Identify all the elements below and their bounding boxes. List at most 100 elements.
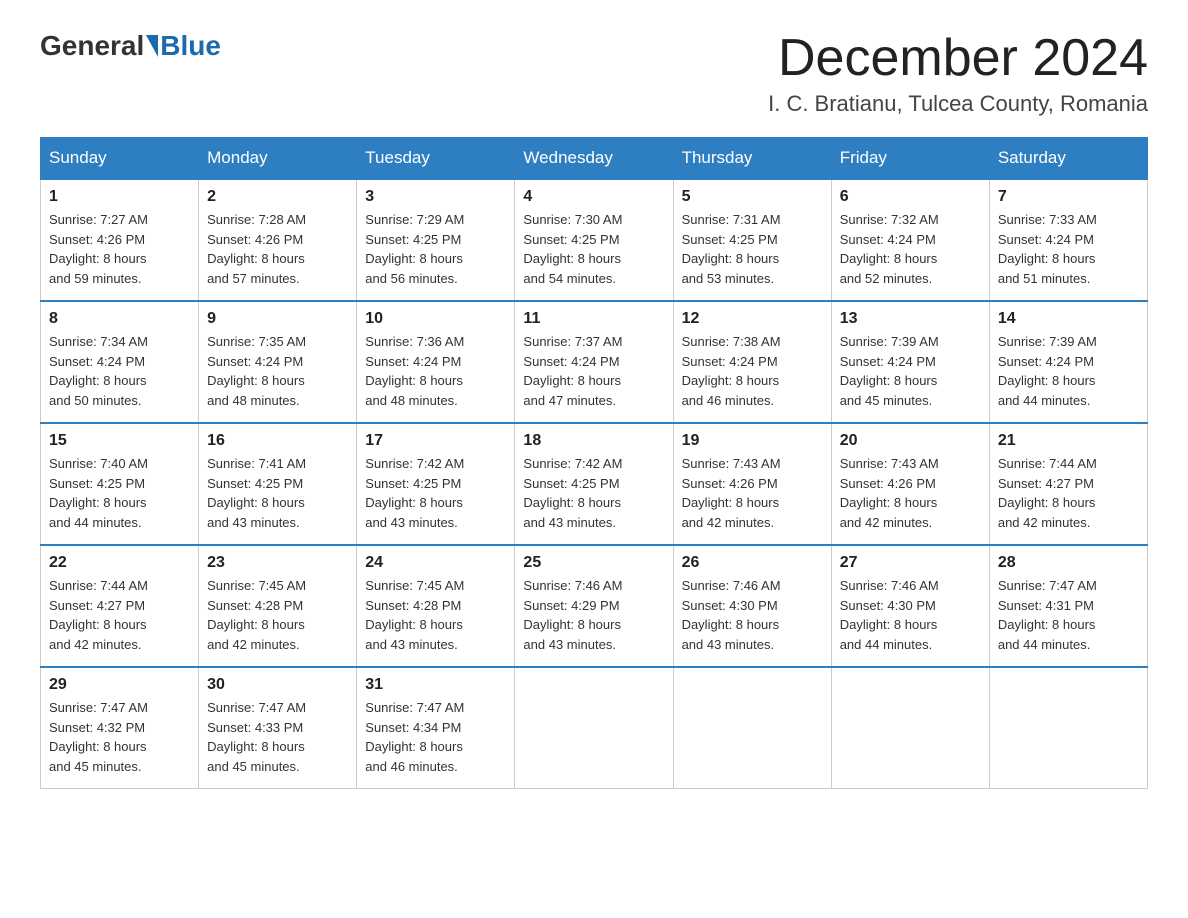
title-area: December 2024 I. C. Bratianu, Tulcea Cou… bbox=[768, 30, 1148, 117]
calendar-cell: 4 Sunrise: 7:30 AMSunset: 4:25 PMDaylight… bbox=[515, 179, 673, 301]
day-number: 7 bbox=[998, 188, 1139, 206]
calendar-cell bbox=[673, 667, 831, 789]
calendar-cell: 18 Sunrise: 7:42 AMSunset: 4:25 PMDayligh… bbox=[515, 423, 673, 545]
month-year-title: December 2024 bbox=[768, 30, 1148, 87]
day-info: Sunrise: 7:35 AMSunset: 4:24 PMDaylight:… bbox=[207, 332, 348, 410]
calendar-cell: 19 Sunrise: 7:43 AMSunset: 4:26 PMDayligh… bbox=[673, 423, 831, 545]
day-info: Sunrise: 7:43 AMSunset: 4:26 PMDaylight:… bbox=[840, 454, 981, 532]
day-info: Sunrise: 7:43 AMSunset: 4:26 PMDaylight:… bbox=[682, 454, 823, 532]
calendar-cell: 24 Sunrise: 7:45 AMSunset: 4:28 PMDayligh… bbox=[357, 545, 515, 667]
page-header: General Blue December 2024 I. C. Bratian… bbox=[40, 30, 1148, 117]
day-number: 28 bbox=[998, 554, 1139, 572]
calendar-cell: 28 Sunrise: 7:47 AMSunset: 4:31 PMDayligh… bbox=[989, 545, 1147, 667]
day-number: 10 bbox=[365, 310, 506, 328]
weekday-header-row: SundayMondayTuesdayWednesdayThursdayFrid… bbox=[41, 138, 1148, 180]
day-number: 4 bbox=[523, 188, 664, 206]
calendar-cell: 16 Sunrise: 7:41 AMSunset: 4:25 PMDayligh… bbox=[199, 423, 357, 545]
calendar-cell: 27 Sunrise: 7:46 AMSunset: 4:30 PMDayligh… bbox=[831, 545, 989, 667]
day-info: Sunrise: 7:31 AMSunset: 4:25 PMDaylight:… bbox=[682, 210, 823, 288]
day-info: Sunrise: 7:38 AMSunset: 4:24 PMDaylight:… bbox=[682, 332, 823, 410]
calendar-cell: 11Sunrise: 7:37 AMSunset: 4:24 PMDayligh… bbox=[515, 301, 673, 423]
calendar-cell: 31Sunrise: 7:47 AMSunset: 4:34 PMDayligh… bbox=[357, 667, 515, 789]
day-number: 17 bbox=[365, 432, 506, 450]
day-info: Sunrise: 7:39 AMSunset: 4:24 PMDaylight:… bbox=[840, 332, 981, 410]
day-info: Sunrise: 7:27 AMSunset: 4:26 PMDaylight:… bbox=[49, 210, 190, 288]
day-number: 27 bbox=[840, 554, 981, 572]
day-number: 24 bbox=[365, 554, 506, 572]
day-info: Sunrise: 7:42 AMSunset: 4:25 PMDaylight:… bbox=[365, 454, 506, 532]
day-info: Sunrise: 7:47 AMSunset: 4:33 PMDaylight:… bbox=[207, 698, 348, 776]
calendar-cell: 29 Sunrise: 7:47 AMSunset: 4:32 PMDayligh… bbox=[41, 667, 199, 789]
location-subtitle: I. C. Bratianu, Tulcea County, Romania bbox=[768, 91, 1148, 117]
day-info: Sunrise: 7:30 AMSunset: 4:25 PMDaylight:… bbox=[523, 210, 664, 288]
calendar-cell: 12 Sunrise: 7:38 AMSunset: 4:24 PMDayligh… bbox=[673, 301, 831, 423]
calendar-week-row: 15 Sunrise: 7:40 AMSunset: 4:25 PMDayligh… bbox=[41, 423, 1148, 545]
day-number: 21 bbox=[998, 432, 1139, 450]
day-info: Sunrise: 7:47 AMSunset: 4:32 PMDaylight:… bbox=[49, 698, 190, 776]
logo-blue-text: Blue bbox=[160, 30, 221, 62]
day-info: Sunrise: 7:47 AMSunset: 4:31 PMDaylight:… bbox=[998, 576, 1139, 654]
day-number: 22 bbox=[49, 554, 190, 572]
calendar-cell bbox=[831, 667, 989, 789]
weekday-header-tuesday: Tuesday bbox=[357, 138, 515, 180]
day-number: 16 bbox=[207, 432, 348, 450]
logo-area: General Blue bbox=[40, 30, 221, 62]
calendar-cell: 5 Sunrise: 7:31 AMSunset: 4:25 PMDaylight… bbox=[673, 179, 831, 301]
day-info: Sunrise: 7:34 AMSunset: 4:24 PMDaylight:… bbox=[49, 332, 190, 410]
calendar-cell: 6 Sunrise: 7:32 AMSunset: 4:24 PMDaylight… bbox=[831, 179, 989, 301]
calendar-cell: 10 Sunrise: 7:36 AMSunset: 4:24 PMDayligh… bbox=[357, 301, 515, 423]
day-number: 20 bbox=[840, 432, 981, 450]
day-info: Sunrise: 7:42 AMSunset: 4:25 PMDaylight:… bbox=[523, 454, 664, 532]
day-number: 6 bbox=[840, 188, 981, 206]
logo-arrow-icon bbox=[146, 35, 158, 57]
calendar-cell: 2Sunrise: 7:28 AMSunset: 4:26 PMDaylight… bbox=[199, 179, 357, 301]
day-number: 23 bbox=[207, 554, 348, 572]
day-number: 15 bbox=[49, 432, 190, 450]
day-number: 13 bbox=[840, 310, 981, 328]
day-number: 30 bbox=[207, 676, 348, 694]
day-number: 18 bbox=[523, 432, 664, 450]
day-number: 29 bbox=[49, 676, 190, 694]
calendar-cell: 17 Sunrise: 7:42 AMSunset: 4:25 PMDayligh… bbox=[357, 423, 515, 545]
day-number: 3 bbox=[365, 188, 506, 206]
day-info: Sunrise: 7:32 AMSunset: 4:24 PMDaylight:… bbox=[840, 210, 981, 288]
calendar-cell: 14Sunrise: 7:39 AMSunset: 4:24 PMDayligh… bbox=[989, 301, 1147, 423]
calendar-week-row: 29 Sunrise: 7:47 AMSunset: 4:32 PMDayligh… bbox=[41, 667, 1148, 789]
day-number: 25 bbox=[523, 554, 664, 572]
calendar-cell: 22 Sunrise: 7:44 AMSunset: 4:27 PMDayligh… bbox=[41, 545, 199, 667]
day-info: Sunrise: 7:40 AMSunset: 4:25 PMDaylight:… bbox=[49, 454, 190, 532]
day-number: 2 bbox=[207, 188, 348, 206]
day-number: 12 bbox=[682, 310, 823, 328]
calendar-cell: 26Sunrise: 7:46 AMSunset: 4:30 PMDayligh… bbox=[673, 545, 831, 667]
day-info: Sunrise: 7:44 AMSunset: 4:27 PMDaylight:… bbox=[998, 454, 1139, 532]
day-info: Sunrise: 7:46 AMSunset: 4:30 PMDaylight:… bbox=[840, 576, 981, 654]
calendar-cell: 13 Sunrise: 7:39 AMSunset: 4:24 PMDayligh… bbox=[831, 301, 989, 423]
weekday-header-wednesday: Wednesday bbox=[515, 138, 673, 180]
day-info: Sunrise: 7:29 AMSunset: 4:25 PMDaylight:… bbox=[365, 210, 506, 288]
day-info: Sunrise: 7:47 AMSunset: 4:34 PMDaylight:… bbox=[365, 698, 506, 776]
weekday-header-monday: Monday bbox=[199, 138, 357, 180]
day-number: 11 bbox=[523, 310, 664, 328]
calendar-week-row: 1 Sunrise: 7:27 AMSunset: 4:26 PMDaylight… bbox=[41, 179, 1148, 301]
day-number: 1 bbox=[49, 188, 190, 206]
calendar-week-row: 22 Sunrise: 7:44 AMSunset: 4:27 PMDayligh… bbox=[41, 545, 1148, 667]
calendar-cell: 1 Sunrise: 7:27 AMSunset: 4:26 PMDaylight… bbox=[41, 179, 199, 301]
logo-general-text: General bbox=[40, 30, 144, 62]
calendar-cell: 15 Sunrise: 7:40 AMSunset: 4:25 PMDayligh… bbox=[41, 423, 199, 545]
day-info: Sunrise: 7:36 AMSunset: 4:24 PMDaylight:… bbox=[365, 332, 506, 410]
calendar-cell: 7 Sunrise: 7:33 AMSunset: 4:24 PMDaylight… bbox=[989, 179, 1147, 301]
day-info: Sunrise: 7:44 AMSunset: 4:27 PMDaylight:… bbox=[49, 576, 190, 654]
day-number: 19 bbox=[682, 432, 823, 450]
weekday-header-friday: Friday bbox=[831, 138, 989, 180]
day-number: 14 bbox=[998, 310, 1139, 328]
day-number: 5 bbox=[682, 188, 823, 206]
day-info: Sunrise: 7:33 AMSunset: 4:24 PMDaylight:… bbox=[998, 210, 1139, 288]
day-info: Sunrise: 7:46 AMSunset: 4:30 PMDaylight:… bbox=[682, 576, 823, 654]
day-info: Sunrise: 7:41 AMSunset: 4:25 PMDaylight:… bbox=[207, 454, 348, 532]
calendar-cell: 20 Sunrise: 7:43 AMSunset: 4:26 PMDayligh… bbox=[831, 423, 989, 545]
logo: General Blue bbox=[40, 30, 221, 62]
calendar-cell: 21 Sunrise: 7:44 AMSunset: 4:27 PMDayligh… bbox=[989, 423, 1147, 545]
day-info: Sunrise: 7:45 AMSunset: 4:28 PMDaylight:… bbox=[365, 576, 506, 654]
calendar-table: SundayMondayTuesdayWednesdayThursdayFrid… bbox=[40, 137, 1148, 789]
calendar-cell: 8Sunrise: 7:34 AMSunset: 4:24 PMDaylight… bbox=[41, 301, 199, 423]
